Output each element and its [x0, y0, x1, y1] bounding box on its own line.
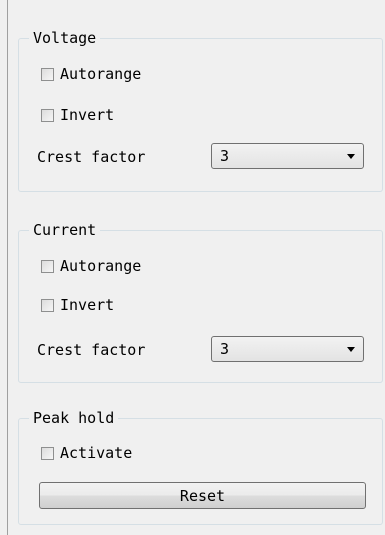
current-crest-label: Crest factor	[37, 341, 146, 359]
voltage-group-title: Voltage	[29, 28, 101, 48]
voltage-crest-value: 3	[220, 147, 230, 165]
current-invert-label: Invert	[60, 296, 115, 314]
checkbox-box[interactable]	[41, 446, 54, 460]
checkbox-box[interactable]	[41, 259, 54, 273]
panel-left-border	[7, 0, 8, 535]
current-group-title: Current	[29, 220, 101, 240]
checkbox-box[interactable]	[41, 298, 54, 312]
peak-hold-group: Peak hold Activate Reset	[18, 408, 383, 525]
voltage-crest-label: Crest factor	[37, 148, 146, 166]
current-crest-select[interactable]: 3	[211, 336, 364, 362]
voltage-invert-label: Invert	[60, 106, 115, 124]
chevron-down-icon	[347, 346, 355, 352]
current-invert-checkbox[interactable]: Invert	[41, 295, 114, 315]
voltage-group: Voltage Autorange Invert Crest factor 3	[18, 28, 383, 192]
checkbox-box[interactable]	[41, 108, 54, 122]
current-group: Current Autorange Invert Crest factor 3	[18, 220, 383, 383]
peak-hold-activate-label: Activate	[60, 444, 133, 462]
current-crest-row: Crest factor	[37, 340, 145, 360]
voltage-autorange-label: Autorange	[60, 65, 142, 83]
current-crest-value: 3	[220, 340, 230, 358]
voltage-crest-select[interactable]: 3	[211, 143, 364, 169]
voltage-crest-row: Crest factor	[37, 147, 145, 167]
reset-button-label: Reset	[179, 486, 226, 505]
voltage-invert-checkbox[interactable]: Invert	[41, 105, 114, 125]
peak-hold-group-title: Peak hold	[29, 408, 119, 428]
current-autorange-checkbox[interactable]: Autorange	[41, 256, 141, 276]
checkbox-box[interactable]	[41, 67, 54, 81]
voltage-autorange-checkbox[interactable]: Autorange	[41, 64, 141, 84]
chevron-down-icon	[347, 153, 355, 159]
current-autorange-label: Autorange	[60, 257, 142, 275]
reset-button[interactable]: Reset	[39, 482, 366, 509]
peak-hold-activate-checkbox[interactable]: Activate	[41, 443, 132, 463]
